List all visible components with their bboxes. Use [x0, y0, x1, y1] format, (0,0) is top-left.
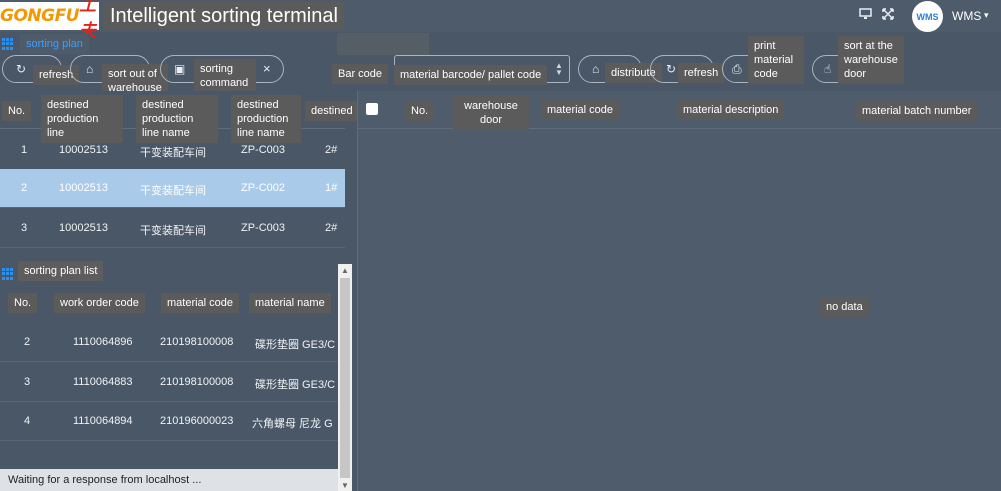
avatar-text: WMS	[916, 11, 939, 22]
user-menu-caret-icon[interactable]: ▾	[984, 10, 989, 21]
grid-icon	[2, 268, 14, 280]
company-logo: GONGFU 工夫	[0, 0, 99, 41]
list-row[interactable]: 3 1110064883 210198100008 碟形垫圈 GE3/C	[0, 363, 338, 402]
monitor-icon[interactable]	[858, 8, 873, 23]
cell-line-name: 干变装配车间	[140, 225, 206, 237]
cell-material-code: 210198100008	[160, 336, 234, 348]
list-header-work-order: work order code	[54, 293, 145, 313]
sorting-command-label: sorting command	[194, 59, 256, 93]
user-name[interactable]: WMS	[952, 9, 981, 23]
print-icon: ⎙	[732, 62, 742, 76]
logo-text: GONGFU	[0, 6, 80, 26]
list-row[interactable]: 4 1110064894 210196000023 六角螺母 尼龙 G	[0, 402, 338, 441]
cell-material-code: 210198100008	[160, 376, 234, 388]
title-placeholder	[337, 33, 429, 55]
grid-icon	[2, 38, 14, 50]
cell-destined: 2#	[325, 222, 338, 234]
cell-material-name: 六角螺母 尼龙 G	[252, 418, 333, 430]
cell-line-code: ZP-C003	[241, 222, 286, 234]
print-material-code-label: print material code	[748, 36, 804, 84]
header-destined-line: destined production line	[41, 95, 123, 143]
cell-material-name: 碟形垫圈 GE3/C	[255, 379, 336, 391]
cell-no: 2	[21, 182, 28, 194]
hand-icon: ☝	[824, 62, 832, 76]
barcode-placeholder: material barcode/ pallet code	[394, 65, 548, 85]
spinner-icon[interactable]: ▲ ▼	[555, 62, 563, 77]
scroll-down-icon[interactable]: ▼	[341, 481, 349, 490]
warehouse-icon: ⌂	[86, 62, 94, 76]
list-header-material-code: material code	[161, 293, 240, 313]
distribute-icon: ⌂	[592, 62, 600, 76]
cell-destined: 2#	[325, 144, 338, 156]
table-row[interactable]: 3 10002513 干变装配车间 ZP-C003 2#	[0, 209, 345, 248]
cell-work-order: 1110064896	[73, 336, 133, 348]
cell-no: 1	[21, 144, 28, 156]
no-data-text: no data	[820, 297, 869, 317]
cell-line-code: ZP-C002	[241, 182, 286, 194]
right-header-material-code: material code	[541, 100, 620, 120]
refresh-right-label: refresh	[678, 63, 725, 83]
table-row-selected[interactable]: 2 10002513 干变装配车间 ZP-C002 1#	[0, 169, 345, 208]
cell-line-name: 干变装配车间	[140, 185, 206, 197]
cell-work-order: 1110064883	[73, 376, 133, 388]
refresh-icon: ↻	[16, 62, 27, 76]
cell-work-order: 1110064894	[73, 415, 133, 427]
cell-line: 10002513	[59, 182, 108, 194]
right-header-material-description: material description	[677, 100, 785, 120]
refresh-icon: ↻	[666, 62, 677, 76]
cell-line: 10002513	[59, 222, 108, 234]
sorting-plan-list-tab[interactable]: sorting plan list	[18, 261, 104, 281]
cell-no: 3	[21, 222, 28, 234]
header-no: No.	[2, 101, 32, 121]
cell-line: 10002513	[59, 144, 108, 156]
status-bar: Waiting for a response from localhost ..…	[0, 469, 338, 491]
cell-line-name: 干变装配车间	[140, 147, 206, 159]
select-all-checkbox[interactable]	[366, 103, 378, 115]
list-row[interactable]: 2 1110064896 210198100008 碟形垫圈 GE3/C	[0, 323, 338, 362]
right-header-no: No.	[405, 101, 435, 121]
right-header-warehouse-door: warehouse door	[453, 96, 529, 130]
scrollbar-thumb[interactable]	[340, 278, 350, 478]
fullscreen-icon[interactable]	[880, 8, 895, 23]
header-destined-line-name-2: destined production line name	[231, 95, 301, 143]
app-title: Intelligent sorting terminal	[104, 2, 344, 30]
barcode-label: Bar code	[332, 64, 389, 84]
command-icon: ▣	[174, 62, 186, 76]
right-header-batch-number: material batch number	[856, 101, 978, 121]
material-table	[357, 91, 1001, 491]
list-header-no: No.	[8, 293, 38, 313]
app-header: GONGFU 工夫 Intelligent sorting terminal WM…	[0, 0, 1001, 41]
cell-material-name: 碟形垫圈 GE3/C	[255, 339, 336, 351]
sort-at-door-label: sort at the warehouse door	[838, 36, 904, 84]
cell-no: 2	[24, 336, 31, 348]
cell-line-code: ZP-C003	[241, 144, 286, 156]
cell-no: 4	[24, 415, 31, 427]
user-avatar[interactable]: WMS	[912, 1, 943, 32]
sorting-plan-tab[interactable]: sorting plan	[20, 34, 89, 54]
cell-destined: 1#	[325, 182, 338, 194]
header-destined: destined	[305, 101, 359, 121]
cell-no: 3	[24, 376, 31, 388]
header-destined-line-name: destined production line name	[136, 95, 218, 143]
cell-material-code: 210196000023	[160, 415, 234, 427]
close-icon[interactable]: ×	[263, 61, 271, 76]
list-header-material-name: material name	[249, 293, 331, 313]
scroll-up-icon[interactable]: ▲	[341, 266, 349, 275]
